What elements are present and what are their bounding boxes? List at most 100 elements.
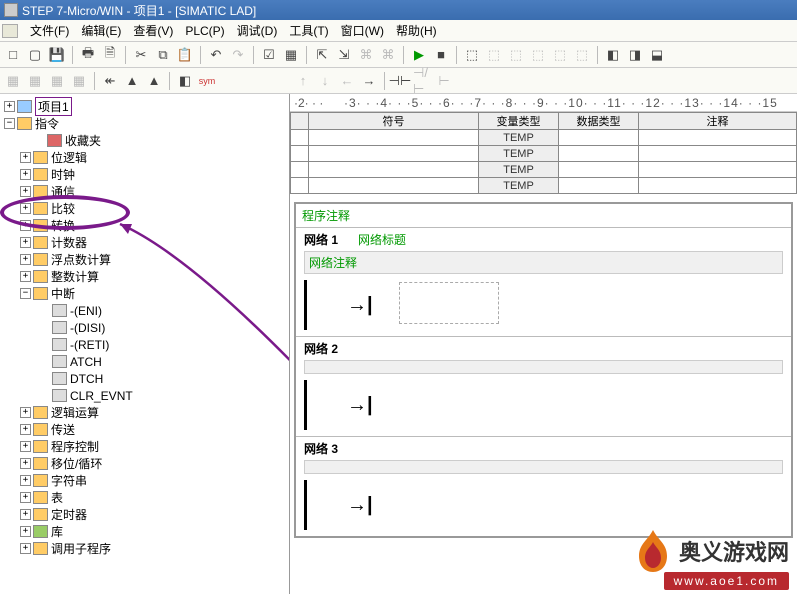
block-button[interactable]: ◧ [604,46,622,64]
run-button[interactable]: ▶ [410,46,428,64]
table-row[interactable]: TEMP [291,130,797,146]
ladder-rung[interactable]: →| [304,280,791,330]
instruction-tree[interactable]: +项目1 −指令 收藏夹 +位逻辑 +时钟 +通信 +比较 +转换 +计数器 +… [0,94,290,594]
open-button[interactable]: ▢ [26,46,44,64]
menu-edit[interactable]: 编辑(E) [75,20,127,41]
tree-label[interactable]: 项目1 [35,97,72,116]
new-button[interactable]: □ [4,46,22,64]
expand-icon[interactable]: + [20,152,31,163]
sym-button[interactable]: sym [198,72,216,90]
menu-tools[interactable]: 工具(T) [283,20,334,41]
contact-button[interactable]: ⊣/⊢ [413,72,431,90]
print-button[interactable]: 🖶 [79,46,97,64]
expand-icon[interactable]: + [20,169,31,180]
save-button[interactable]: 💾 [48,46,66,64]
expand-icon[interactable]: + [20,492,31,503]
monitor-button[interactable]: ⬚ [485,46,503,64]
view-button[interactable]: ▦ [48,72,66,90]
network-1[interactable]: 网络 1网络标题 网络注释 →| [296,227,791,330]
cut-button[interactable]: ✂ [132,46,150,64]
table-row[interactable]: TEMP [291,162,797,178]
cell-temp[interactable]: TEMP [479,130,559,146]
expand-icon[interactable]: + [20,237,31,248]
menu-help[interactable]: 帮助(H) [390,20,443,41]
contact-button[interactable]: ⊣⊢ [391,72,409,90]
expand-icon[interactable]: + [20,407,31,418]
tree-instructions[interactable]: −指令 [2,115,287,132]
network-comment[interactable] [304,460,783,474]
tree-subroutine[interactable]: +调用子程序 [2,540,287,557]
nav-button[interactable]: ↞ [101,72,119,90]
block-button[interactable]: ⬓ [648,46,666,64]
table-row[interactable]: TEMP [291,178,797,194]
network-2[interactable]: 网络 2 →| [296,336,791,430]
ladder-rung[interactable]: →| [304,480,791,530]
ladder-rung[interactable]: →| [304,380,791,430]
monitor-button[interactable]: ⬚ [507,46,525,64]
network-3[interactable]: 网络 3 →| [296,436,791,530]
cell-temp[interactable]: TEMP [479,162,559,178]
expand-icon[interactable]: + [20,509,31,520]
btn[interactable]: ⌘ [357,46,375,64]
stop-button[interactable]: ■ [432,46,450,64]
nav-button[interactable]: ▲ [123,72,141,90]
compile-all-button[interactable]: ▦ [282,46,300,64]
menu-file[interactable]: 文件(F) [24,20,75,41]
drop-target[interactable] [399,282,499,324]
tree-table[interactable]: +表 [2,489,287,506]
monitor-button[interactable]: ⬚ [551,46,569,64]
preview-button[interactable]: 🗎 [101,46,119,64]
nav-button[interactable]: ▲ [145,72,163,90]
tree-timer[interactable]: +定时器 [2,506,287,523]
collapse-icon[interactable]: − [4,118,15,129]
window-icon[interactable] [2,24,18,38]
collapse-icon[interactable]: − [20,288,31,299]
network-comment[interactable] [304,360,783,374]
block-button[interactable]: ◨ [626,46,644,64]
network-title[interactable]: 网络标题 [358,231,406,248]
variable-table[interactable]: 符号 变量类型 数据类型 注释 TEMP TEMP TEMP TEMP [290,112,797,194]
expand-icon[interactable]: + [20,254,31,265]
cell-temp[interactable]: TEMP [479,178,559,194]
monitor-button[interactable]: ⬚ [463,46,481,64]
expand-icon[interactable]: + [20,475,31,486]
expand-icon[interactable]: + [20,526,31,537]
tree-clock[interactable]: +时钟 [2,166,287,183]
move-right-button[interactable]: → [360,72,378,90]
undo-button[interactable]: ↶ [207,46,225,64]
ladder-editor[interactable]: 程序注释 网络 1网络标题 网络注释 →| 网络 2 →| 网络 3 [294,202,793,538]
tree-favorites[interactable]: 收藏夹 [2,132,287,149]
paste-button[interactable]: 📋 [176,46,194,64]
network-comment[interactable]: 网络注释 [304,251,783,274]
expand-icon[interactable]: + [20,441,31,452]
tree-bit-logic[interactable]: +位逻辑 [2,149,287,166]
expand-icon[interactable]: + [20,271,31,282]
expand-icon[interactable]: + [4,101,15,112]
download-button[interactable]: ⇱ [313,46,331,64]
move-up-button[interactable]: ↑ [294,72,312,90]
cell-temp[interactable]: TEMP [479,146,559,162]
menu-window[interactable]: 窗口(W) [335,20,390,41]
move-left-button[interactable]: ← [338,72,356,90]
move-down-button[interactable]: ↓ [316,72,334,90]
expand-icon[interactable]: + [20,458,31,469]
redo-button[interactable]: ↷ [229,46,247,64]
menu-view[interactable]: 查看(V) [127,20,179,41]
program-comment[interactable]: 程序注释 [296,204,791,227]
compile-button[interactable]: ☑ [260,46,278,64]
monitor-button[interactable]: ⬚ [529,46,547,64]
expand-icon[interactable]: + [20,186,31,197]
view-button[interactable]: ▦ [26,72,44,90]
toggle-button[interactable]: ◧ [176,72,194,90]
menu-debug[interactable]: 调试(D) [231,20,284,41]
expand-icon[interactable]: + [20,543,31,554]
tree-library[interactable]: +库 [2,523,287,540]
view-button[interactable]: ▦ [4,72,22,90]
table-row[interactable]: TEMP [291,146,797,162]
copy-button[interactable]: ⧉ [154,46,172,64]
tree-root[interactable]: + 项目1 [2,98,287,115]
menu-plc[interactable]: PLC(P) [179,22,230,40]
coil-button[interactable]: ⊢ [435,72,453,90]
btn[interactable]: ⌘ [379,46,397,64]
monitor-button[interactable]: ⬚ [573,46,591,64]
